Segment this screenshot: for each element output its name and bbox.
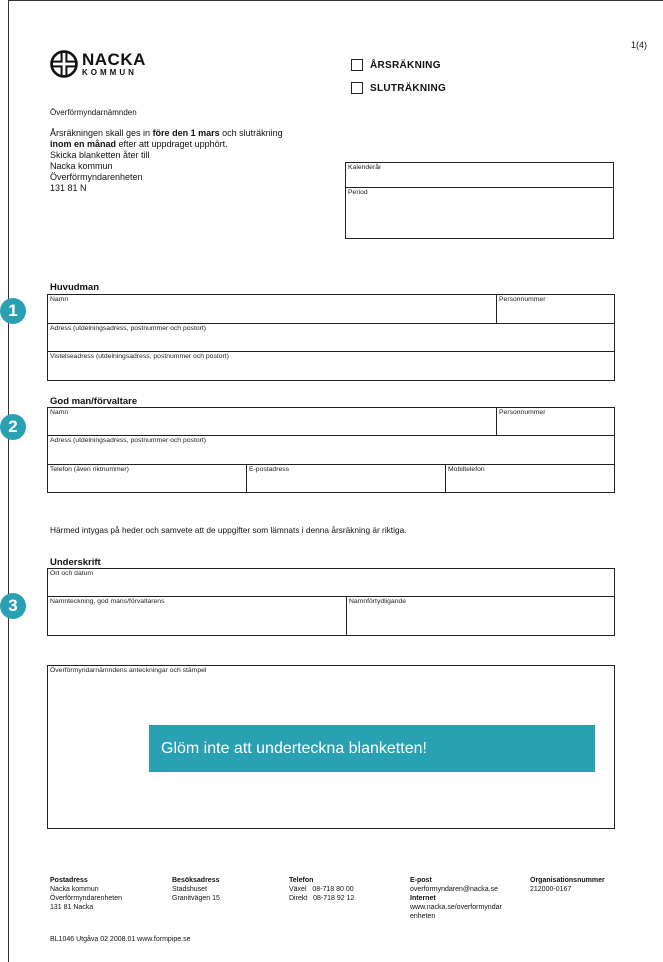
form-id: BL1046 Utgåva 02 2008.01 www.formpipe.se xyxy=(50,936,191,943)
certification-text: Härmed intygas på heder och samvete att … xyxy=(50,525,407,535)
huvudman-visitor-address-field[interactable]: Vistelseadress (utdelningsadress, postnu… xyxy=(47,351,615,381)
nacka-logo: NACKA KOMMUN xyxy=(50,50,146,78)
sign-reminder-banner: Glöm inte att underteckna blanketten! xyxy=(149,725,595,772)
godman-personnummer-field[interactable]: Personnummer xyxy=(496,407,615,436)
page-number: 1(4) xyxy=(630,40,647,50)
godman-name-field[interactable]: Namn xyxy=(47,407,497,436)
huvudman-table: Namn Personnummer Adress (utdelningsadre… xyxy=(47,294,615,381)
notes-label: Överförmyndarnämndens anteckningar och s… xyxy=(50,667,207,674)
footer-phone: Telefon Växel 08-718 80 00 Direkt 08-718 9… xyxy=(289,877,355,902)
footer-postal: Postadress Nacka kommun Överförmyndarenh… xyxy=(50,877,122,911)
godman-email-field[interactable]: E-postadress xyxy=(246,464,446,493)
checkbox-slutrakning[interactable] xyxy=(351,82,363,94)
option-arsrakning-label: ÅRSRÄKNING xyxy=(370,59,441,71)
option-slutrakning[interactable]: SLUTRÄKNING xyxy=(351,82,446,94)
godman-title: God man/förvaltare xyxy=(50,396,138,407)
option-slutrakning-label: SLUTRÄKNING xyxy=(370,82,447,94)
org-name: Överförmyndarnämnden xyxy=(50,108,137,117)
footer-org: Organisationsnummer 212000-0167 xyxy=(530,877,605,893)
godman-address-field[interactable]: Adress (utdelningsadress, postnummer och… xyxy=(47,435,615,465)
instructions: Årsräkningen skall ges in före den 1 mar… xyxy=(50,128,283,193)
period-box: Kalenderår Period xyxy=(345,162,614,239)
godman-phone-field[interactable]: Telefon (även riktnummer) xyxy=(47,464,247,493)
place-date-field[interactable]: Ort och datum xyxy=(47,568,615,597)
marker-1: 1 xyxy=(0,298,26,324)
footer-email: E-post overformyndaren@nacka.se Internet… xyxy=(410,877,502,920)
signature-title: Underskrift xyxy=(50,557,101,568)
calendar-year-field[interactable]: Kalenderår xyxy=(345,162,614,188)
globe-icon xyxy=(50,50,78,78)
marker-3: 3 xyxy=(0,593,26,619)
page-border-left xyxy=(8,0,9,962)
checkbox-arsrakning[interactable] xyxy=(351,59,363,71)
huvudman-personnummer-field[interactable]: Personnummer xyxy=(496,294,615,324)
huvudman-name-field[interactable]: Namn xyxy=(47,294,497,324)
huvudman-address-field[interactable]: Adress (utdelningsadress, postnummer och… xyxy=(47,323,615,352)
logo-sub: KOMMUN xyxy=(82,68,137,77)
logo-name: NACKA xyxy=(82,50,146,69)
signature-table: Ort och datum Namnteckning, god mans/för… xyxy=(47,568,615,636)
huvudman-title: Huvudman xyxy=(50,282,100,293)
option-arsrakning[interactable]: ÅRSRÄKNING xyxy=(351,59,441,71)
godman-mobile-field[interactable]: Mobiltelefon xyxy=(445,464,615,493)
page-border-top xyxy=(8,0,663,1)
footer-visit: Besöksadress Stadshuset Granitvägen 15 xyxy=(172,877,220,902)
period-field[interactable]: Period xyxy=(345,187,614,239)
marker-2: 2 xyxy=(0,414,26,440)
signature-field[interactable]: Namnteckning, god mans/förvaltarens xyxy=(47,596,347,636)
godman-table: Namn Personnummer Adress (utdelningsadre… xyxy=(47,407,615,493)
name-clarification-field[interactable]: Namnförtydligande xyxy=(346,596,615,636)
